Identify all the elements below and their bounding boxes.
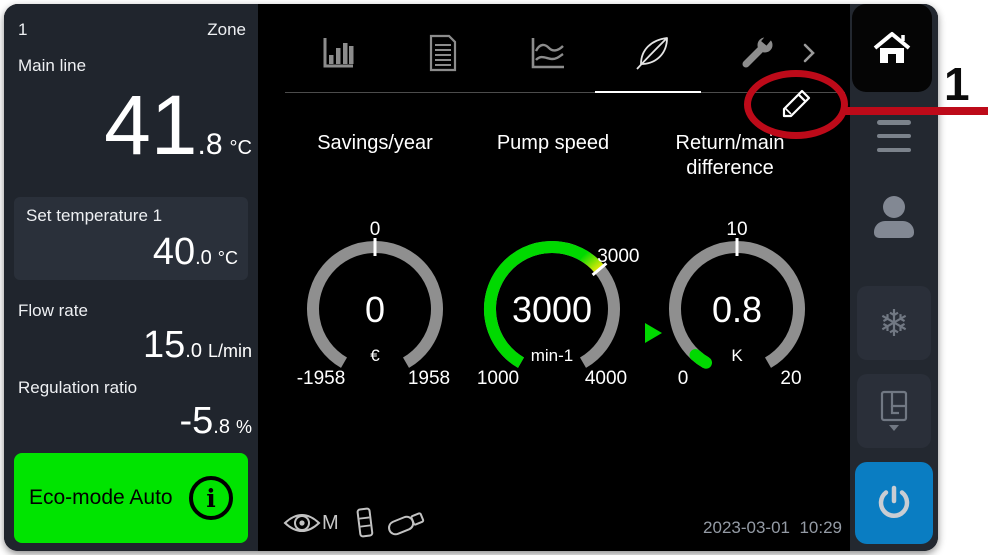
regulation-ratio-unit: %: [236, 417, 252, 438]
zones-icon: [877, 389, 911, 433]
svg-text:1000: 1000: [477, 368, 519, 389]
regulation-ratio-value-int: -5: [180, 402, 214, 440]
info-icon[interactable]: i: [189, 476, 233, 520]
toolbar-more-button[interactable]: [798, 40, 820, 66]
sidebar-item-menu[interactable]: [877, 120, 911, 152]
tab-statistics[interactable]: [318, 32, 358, 74]
annotation-label: 1: [944, 57, 970, 111]
svg-text:-1958: -1958: [297, 368, 346, 389]
svg-text:1958: 1958: [408, 368, 450, 389]
gauge-title-pump-speed: Pump speed: [473, 131, 633, 156]
main-line-value: 41.8 °C: [104, 88, 252, 164]
menu-icon: [877, 120, 911, 125]
svg-text:0: 0: [370, 219, 381, 240]
regulation-ratio-label: Regulation ratio: [18, 378, 137, 398]
eco-mode-label: Eco-mode Auto: [29, 486, 173, 510]
main-line-value-int: 41: [104, 88, 197, 164]
main-line-value-dec: .8: [198, 128, 223, 162]
sd-card-icon: [354, 506, 376, 540]
svg-text:3000: 3000: [512, 289, 592, 330]
gauge-title-return-main: Return/main difference: [650, 131, 810, 181]
sidebar-item-user[interactable]: [874, 196, 914, 238]
user-icon: [883, 196, 905, 218]
svg-text:3000: 3000: [597, 246, 639, 267]
document-icon: [427, 34, 459, 72]
svg-text:0: 0: [678, 368, 689, 389]
tab-trends[interactable]: [528, 32, 568, 74]
power-icon: [874, 483, 914, 523]
screen: 1 Zone Main line 41.8°C Set temperature …: [0, 0, 988, 555]
gauge-savings: 0 0 € -1958 1958: [288, 214, 462, 398]
zone-panel: 1 Zone Main line 41.8°C Set temperature …: [4, 4, 258, 551]
line-chart-icon: [529, 35, 567, 71]
sidebar-item-zones[interactable]: [857, 374, 931, 448]
tab-report[interactable]: [423, 32, 463, 74]
main-line-unit: °C: [230, 137, 252, 160]
eye-icon: [283, 510, 321, 536]
status-icons: M: [283, 505, 427, 541]
flow-rate-unit: L/min: [208, 341, 252, 362]
set-temperature-value-int: 40: [153, 233, 195, 271]
eco-mode-button[interactable]: Eco-mode Auto i: [14, 453, 248, 543]
wrench-icon: [739, 34, 777, 72]
set-temperature-value-dec: .0: [195, 247, 212, 270]
regulation-ratio-value-dec: .8: [213, 416, 230, 439]
gauge-pointer-icon: [645, 323, 662, 343]
active-tab-indicator: [595, 91, 701, 93]
set-temperature-card[interactable]: Set temperature 1 40.0 °C: [14, 197, 248, 280]
datetime: 2023-03-01 10:29: [703, 518, 842, 538]
tab-eco[interactable]: [633, 32, 673, 74]
flow-rate-value-dec: .0: [185, 340, 202, 363]
svg-text:min-1: min-1: [531, 346, 574, 365]
monitor-mode-label: M: [322, 512, 339, 535]
svg-text:0.8: 0.8: [712, 289, 762, 330]
home-icon: [870, 28, 914, 68]
svg-text:K: K: [731, 346, 743, 365]
flow-rate-label: Flow rate: [18, 301, 88, 321]
set-temperature-label: Set temperature 1: [26, 206, 162, 226]
gauge-return-main: 10 0.8 K 0 20: [650, 214, 824, 398]
regulation-ratio-value: -5.8%: [180, 402, 253, 440]
sidebar-item-home[interactable]: [852, 4, 932, 92]
set-temperature-value: 40.0 °C: [153, 233, 238, 271]
svg-text:10: 10: [726, 219, 747, 240]
zone-label: Zone: [207, 20, 246, 40]
zone-number: 1: [18, 20, 27, 40]
annotation-circle: [744, 70, 848, 139]
flow-rate-value-int: 15: [143, 326, 185, 364]
set-temperature-unit: °C: [218, 248, 238, 269]
gauge-pump-speed: 3000 3000 min-1 1000 4000: [465, 214, 639, 398]
svg-text:20: 20: [780, 368, 801, 389]
flow-rate-value: 15.0 L/min: [143, 326, 252, 364]
snowflake-icon: ❄: [878, 305, 909, 342]
tab-service[interactable]: [738, 32, 778, 74]
main-line-label: Main line: [18, 56, 86, 76]
sidebar: ❄: [850, 4, 938, 551]
gauge-title-savings: Savings/year: [295, 131, 455, 156]
svg-text:€: €: [370, 346, 380, 365]
usb-icon: [385, 508, 427, 538]
svg-text:0: 0: [365, 289, 385, 330]
chevron-right-icon: [801, 41, 817, 65]
sidebar-item-cooling[interactable]: ❄: [857, 286, 931, 360]
svg-text:4000: 4000: [585, 368, 627, 389]
leaf-icon: [633, 34, 673, 72]
bar-chart-icon: [320, 35, 356, 71]
power-button[interactable]: [855, 462, 933, 544]
